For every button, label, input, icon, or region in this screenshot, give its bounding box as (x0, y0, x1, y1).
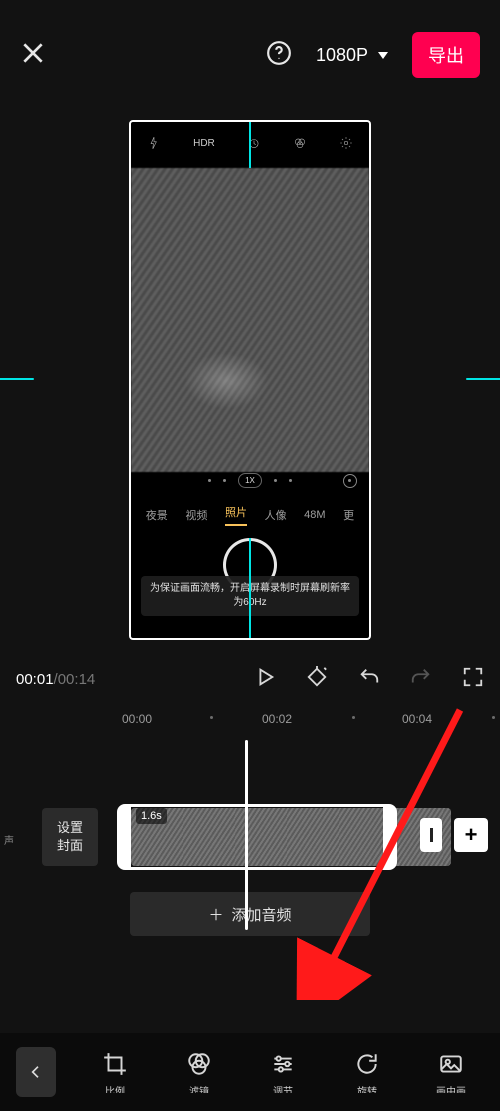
track-label: 声 (4, 832, 14, 847)
set-cover-button[interactable]: 设置 封面 (42, 808, 98, 866)
time-total: 00:14 (58, 671, 96, 688)
add-clip-button[interactable]: + (454, 818, 488, 852)
tool-rotate-label: 旋转 (357, 1083, 377, 1093)
play-button[interactable] (254, 666, 276, 693)
bottom-toolbar: 比例 滤镜 调节 旋转 画中画 (0, 1033, 500, 1111)
inner-preview-image (131, 168, 369, 472)
hdr-label: HDR (193, 138, 215, 149)
mode-photo: 照片 (225, 504, 247, 526)
playhead[interactable] (245, 740, 248, 930)
flash-icon (147, 136, 161, 150)
tool-rotate[interactable]: 旋转 (342, 1051, 392, 1093)
plus-icon: ＋ (208, 904, 223, 925)
ruler-dot (352, 716, 355, 719)
mode-portrait: 人像 (265, 507, 287, 523)
undo-button[interactable] (358, 666, 380, 693)
help-icon[interactable] (266, 40, 292, 71)
add-audio-label: 添加音频 (232, 904, 292, 925)
mode-more: 更 (343, 507, 354, 523)
redo-button[interactable] (410, 666, 432, 693)
fullscreen-button[interactable] (462, 666, 484, 693)
clip-duration-badge: 1.6s (136, 808, 167, 824)
ruler-tick: 00:00 (122, 712, 152, 726)
preview-frame: HDR 1X 夜景 视频 照片 人像 48M 更 为保证画面流畅，开启屏幕录制时… (129, 120, 371, 640)
timeline-ruler[interactable]: 00:00 00:02 00:04 (0, 708, 500, 734)
back-button[interactable] (16, 1047, 56, 1097)
chevron-down-icon (378, 52, 388, 59)
inner-mode-tabs: 夜景 视频 照片 人像 48M 更 (131, 504, 369, 526)
tool-crop[interactable]: 比例 (90, 1051, 140, 1093)
ruler-tick: 00:04 (402, 712, 432, 726)
zoom-label: 1X (238, 473, 262, 488)
filter-icon (293, 136, 307, 150)
resolution-label: 1080P (316, 45, 368, 66)
mode-video: 视频 (185, 507, 207, 523)
tool-image[interactable]: 画中画 (426, 1051, 476, 1093)
clip-strip[interactable] (131, 808, 451, 866)
tool-adjust-label: 调节 (273, 1083, 293, 1093)
time-display: 00:01/00:14 (16, 671, 95, 688)
tool-crop-label: 比例 (105, 1083, 125, 1093)
guide-top (249, 122, 251, 168)
export-button[interactable]: 导出 (412, 32, 480, 78)
ruler-dot (492, 716, 495, 719)
lens-switch-icon (343, 474, 357, 488)
tool-image-label: 画中画 (436, 1083, 466, 1093)
mode-48m: 48M (304, 509, 325, 521)
tool-filter[interactable]: 滤镜 (174, 1051, 224, 1093)
clip-end-handle[interactable] (420, 818, 442, 852)
mode-night: 夜景 (146, 507, 168, 523)
settings-icon (339, 136, 353, 150)
time-current: 00:01 (16, 671, 54, 688)
close-button[interactable] (20, 40, 46, 71)
inner-zoom-row: 1X (131, 473, 369, 488)
add-audio-button[interactable]: ＋ 添加音频 (130, 892, 370, 936)
guide-right (466, 378, 500, 380)
keyframe-button[interactable] (306, 666, 328, 693)
preview-area[interactable]: HDR 1X 夜景 视频 照片 人像 48M 更 为保证画面流畅，开启屏幕录制时… (0, 120, 500, 645)
tool-filter-label: 滤镜 (189, 1083, 209, 1093)
guide-left (0, 378, 34, 380)
ruler-tick: 00:02 (262, 712, 292, 726)
guide-bottom (249, 538, 251, 638)
ruler-dot (210, 716, 213, 719)
tool-adjust[interactable]: 调节 (258, 1051, 308, 1093)
resolution-selector[interactable]: 1080P (310, 41, 394, 70)
